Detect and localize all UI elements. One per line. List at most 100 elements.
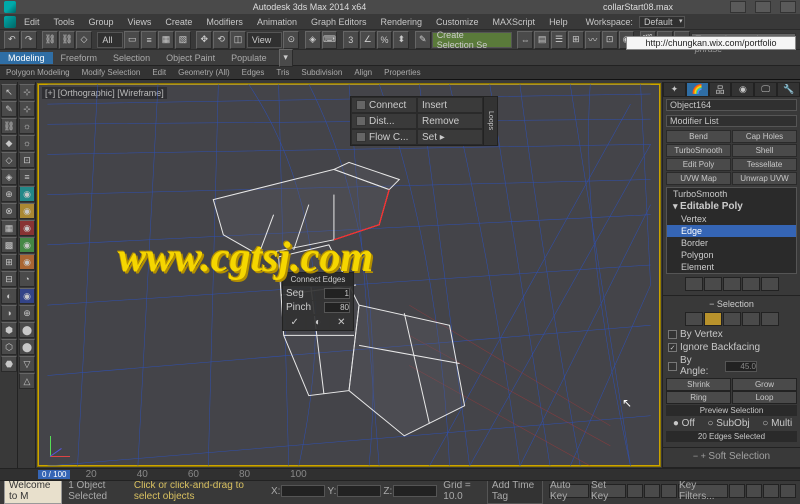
nav-orbit-icon[interactable] xyxy=(763,484,779,498)
ribbon-tab-selection[interactable]: Selection xyxy=(105,52,158,64)
tool-g-icon[interactable]: ▩ xyxy=(1,237,17,253)
nav-pan-icon[interactable] xyxy=(729,484,745,498)
quad-dist[interactable]: Dist... xyxy=(351,113,417,129)
transform-y-input[interactable] xyxy=(337,485,381,497)
menu-views[interactable]: Views xyxy=(122,16,158,28)
stack-polygon[interactable]: Polygon xyxy=(667,249,796,261)
tool-e-icon[interactable]: ⊗ xyxy=(1,203,17,219)
snap-button[interactable]: 3 xyxy=(343,31,359,49)
ribbon-tab-populate[interactable]: Populate xyxy=(223,52,275,64)
named-sel-edit-button[interactable]: ✎ xyxy=(415,31,431,49)
shrink-button[interactable]: Shrink xyxy=(666,378,731,391)
timeline[interactable]: 0 / 100 0 20 40 60 80 100 xyxy=(0,469,800,481)
caddy-seg-input[interactable] xyxy=(324,288,350,299)
ribbon-panel-polymodeling[interactable]: Polygon Modeling xyxy=(0,67,76,78)
mod-bend[interactable]: Bend xyxy=(666,130,731,143)
caddy-cancel-button[interactable]: ✕ xyxy=(330,315,353,330)
object-name-field[interactable]: Object164 xyxy=(666,99,797,111)
ribbon-tab-freeform[interactable]: Freeform xyxy=(53,52,106,64)
menu-animation[interactable]: Animation xyxy=(251,16,303,28)
layer-b-icon[interactable]: ⊹ xyxy=(19,101,35,117)
transform-x-input[interactable] xyxy=(281,485,325,497)
stack-border[interactable]: Border xyxy=(667,237,796,249)
menu-grapheditors[interactable]: Graph Editors xyxy=(305,16,373,28)
layer-e-icon[interactable]: ⊡ xyxy=(19,152,35,168)
tool-i-icon[interactable]: ⊟ xyxy=(1,271,17,287)
byangle-input[interactable] xyxy=(725,361,757,372)
unique-icon[interactable] xyxy=(723,277,741,291)
viewport[interactable]: [+] [Orthographic] [Wireframe] xyxy=(37,83,661,467)
menu-group[interactable]: Group xyxy=(83,16,120,28)
link-tool-icon[interactable]: ⛓ xyxy=(1,118,17,134)
bind-button[interactable]: ◇ xyxy=(76,31,92,49)
remove-mod-icon[interactable] xyxy=(742,277,760,291)
keymode-button[interactable]: ⌨ xyxy=(322,31,338,49)
utilities-tab-icon[interactable]: 🔧 xyxy=(777,82,800,97)
selection-rollout-header[interactable]: Selection xyxy=(666,298,797,310)
nav-max-icon[interactable] xyxy=(780,484,796,498)
ribbon-panel-tris[interactable]: Tris xyxy=(270,67,295,78)
mirror-button[interactable]: ⇔ xyxy=(517,31,533,49)
setkey-button[interactable]: Set Key xyxy=(590,484,626,498)
tool-c-icon[interactable]: ◈ xyxy=(1,169,17,185)
minimize-button[interactable] xyxy=(730,1,746,13)
layer-k-icon[interactable]: ◉ xyxy=(19,254,35,270)
tool-b-icon[interactable]: ◇ xyxy=(1,152,17,168)
tool-f-icon[interactable]: ▦ xyxy=(1,220,17,236)
preview-subobj-radio[interactable]: SubObj xyxy=(716,418,749,429)
play-icon[interactable] xyxy=(644,484,660,498)
tool-n-icon[interactable]: ⬣ xyxy=(1,356,17,372)
ribbon-minimize-button[interactable]: ▾ xyxy=(279,49,293,67)
stack-element[interactable]: Element xyxy=(667,261,796,273)
time-slider[interactable]: 0 / 100 xyxy=(38,470,70,479)
angle-snap-button[interactable]: ∠ xyxy=(360,31,376,49)
configure-icon[interactable] xyxy=(761,277,779,291)
ribbon-panel-geometry[interactable]: Geometry (All) xyxy=(172,67,236,78)
quad-remove[interactable]: Remove xyxy=(417,113,483,129)
caddy-pinch-input[interactable] xyxy=(324,302,350,313)
layer-a-icon[interactable]: ⊹ xyxy=(19,84,35,100)
ignorebf-checkbox[interactable]: ✓ xyxy=(668,343,677,352)
mod-uvwmap[interactable]: UVW Map xyxy=(666,172,731,185)
schematic-button[interactable]: ⊡ xyxy=(602,31,618,49)
keyfilters-button[interactable]: Key Filters... xyxy=(678,484,728,498)
layer-r-icon[interactable]: △ xyxy=(19,373,35,389)
spinner-snap-button[interactable]: ⬍ xyxy=(393,31,409,49)
select-region-button[interactable]: ▦ xyxy=(158,31,174,49)
mod-turbosmooth[interactable]: TurboSmooth xyxy=(666,144,731,157)
mod-shell[interactable]: Shell xyxy=(732,144,797,157)
display-tab-icon[interactable]: 🖵 xyxy=(754,82,777,97)
subobj-element-icon[interactable] xyxy=(761,312,779,326)
preview-multi-radio[interactable]: Multi xyxy=(771,418,792,429)
manipulate-button[interactable]: ◈ xyxy=(305,31,321,49)
subobj-polygon-icon[interactable] xyxy=(742,312,760,326)
mod-capholes[interactable]: Cap Holes xyxy=(732,130,797,143)
layer-f-icon[interactable]: ≡ xyxy=(19,169,35,185)
select-name-button[interactable]: ≡ xyxy=(141,31,157,49)
layers-button[interactable]: ☰ xyxy=(551,31,567,49)
nav-zoom-icon[interactable] xyxy=(746,484,762,498)
quad-set[interactable]: Set ▸ xyxy=(417,129,483,145)
tool-h-icon[interactable]: ⊞ xyxy=(1,254,17,270)
layer-j-icon[interactable]: ◉ xyxy=(19,237,35,253)
move-button[interactable]: ✥ xyxy=(196,31,212,49)
tool-l-icon[interactable]: ⬢ xyxy=(1,322,17,338)
layer-n-icon[interactable]: ⊕ xyxy=(19,305,35,321)
app-menu-icon[interactable] xyxy=(4,16,16,28)
ribbon-panel-edges[interactable]: Edges xyxy=(236,67,271,78)
subobj-vertex-icon[interactable] xyxy=(685,312,703,326)
quad-insert[interactable]: Insert xyxy=(417,97,483,113)
layer-q-icon[interactable]: ▽ xyxy=(19,356,35,372)
menu-edit[interactable]: Edit xyxy=(18,16,46,28)
stack-turbosmooth[interactable]: TurboSmooth xyxy=(667,188,796,200)
named-selection-set[interactable]: Create Selection Se xyxy=(432,32,512,48)
ribbon-tab-objectpaint[interactable]: Object Paint xyxy=(158,52,223,64)
autokey-button[interactable]: Auto Key xyxy=(549,484,589,498)
menu-maxscript[interactable]: MAXScript xyxy=(487,16,542,28)
caddy-ok-button[interactable]: ✓ xyxy=(283,315,306,330)
menu-customize[interactable]: Customize xyxy=(430,16,485,28)
layer-i-icon[interactable]: ◉ xyxy=(19,220,35,236)
menu-tools[interactable]: Tools xyxy=(48,16,81,28)
subobj-edge-icon[interactable] xyxy=(704,312,722,326)
selection-filter[interactable]: All xyxy=(97,32,123,48)
